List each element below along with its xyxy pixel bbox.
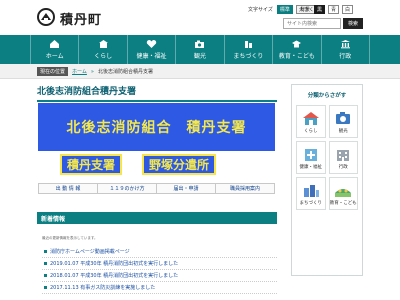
sidebar-item-education[interactable]: 教育・こども: [328, 177, 358, 210]
nav-item-life[interactable]: くらし: [78, 35, 126, 64]
house-icon: [98, 40, 108, 48]
camera-icon: [195, 40, 205, 48]
tab-dispatch-info[interactable]: 出 動 情 報: [39, 184, 98, 193]
breadcrumb-current: 北後志消防組合積丹支署: [97, 69, 153, 75]
site-search: 検索: [283, 18, 363, 29]
nav-item-tourism[interactable]: 観光: [175, 35, 223, 64]
building-icon: [244, 41, 252, 48]
life-icon: [302, 111, 319, 125]
nav-label: 観光: [193, 53, 206, 60]
nav-item-government[interactable]: 行政: [320, 35, 370, 64]
bg-blue-button[interactable]: 青: [328, 4, 340, 14]
bg-color-controls: 背景 黒 青 白: [300, 4, 354, 14]
sidebar-item-health[interactable]: 健康・福祉: [296, 141, 326, 174]
admin-icon: [337, 149, 350, 161]
nav-item-town[interactable]: まちづくり: [223, 35, 272, 64]
nav-item-health[interactable]: 健康・福祉: [126, 35, 175, 64]
sidebar-item-sightseeing[interactable]: 観光: [328, 105, 358, 138]
sidebar-item-town[interactable]: まちづくり: [296, 177, 326, 210]
tab-applications[interactable]: 届出・申請: [157, 184, 216, 193]
sidebar-item-label: 観光: [338, 128, 348, 134]
search-button[interactable]: 検索: [343, 18, 363, 29]
city-hall-icon: [340, 40, 350, 49]
text-size-label: 文字サイズ: [248, 6, 273, 13]
town-icon: [303, 184, 319, 197]
sub-banners: 積丹支署 野塚分遣所: [60, 154, 217, 175]
info-tabs: 出 動 情 報 １１９のかけ方 届出・申請 職員採用案内: [38, 183, 275, 194]
search-input[interactable]: [283, 18, 341, 29]
sidebar-item-label: まちづくり: [299, 200, 323, 206]
education-icon: [335, 188, 352, 197]
nav-label: 行政: [339, 53, 352, 60]
sidebar-item-label: 教育・こども: [329, 200, 357, 206]
page-title: 北後志消防組合積丹支署: [37, 84, 277, 102]
site-header: 積丹町 文字サイズ 標準 大きく 背景 黒 青 白 検索: [0, 0, 400, 35]
sidebar-item-label: 行政: [338, 164, 348, 170]
health-icon: [304, 148, 317, 161]
sightseeing-icon: [336, 111, 351, 124]
sidebar-title: 分類からさがす: [307, 93, 347, 99]
bg-color-label: 背景: [300, 6, 311, 13]
nav-item-education[interactable]: 教育・こども: [272, 35, 320, 64]
bg-black-button[interactable]: 黒: [314, 4, 326, 14]
news-item[interactable]: 2019.01.07 平成30年 積丹消防団出初式を実行しました: [42, 258, 277, 270]
home-icon: [50, 40, 60, 48]
bg-white-button[interactable]: 白: [342, 4, 354, 14]
nav-label: 教育・こども: [278, 53, 315, 60]
tab-recruitment[interactable]: 職員採用案内: [216, 184, 274, 193]
news-heading: 新着情報: [37, 212, 277, 224]
nav-label: 健康・福祉: [136, 53, 167, 60]
town-emblem-icon[interactable]: [37, 8, 55, 26]
main-banner: 北後志消防組合 積丹支署: [38, 103, 275, 151]
nav-label: まちづくり: [233, 53, 264, 60]
nozuka-station-banner[interactable]: 野塚分遣所: [142, 154, 217, 175]
global-nav: ホーム くらし 健康・福祉 観光 まちづくり 教育・こども 行政: [0, 35, 400, 64]
nav-item-home[interactable]: ホーム: [30, 35, 78, 64]
news-list: 消防庁ホームページ動画掲載ページ 2019.01.07 平成30年 積丹消防団出…: [42, 246, 277, 294]
news-item[interactable]: 2017.11.13 有事ガス防災訓練を実施しました: [42, 282, 277, 294]
breadcrumb-tag: 現在の位置: [37, 67, 69, 76]
news-item[interactable]: 消防庁ホームページ動画掲載ページ: [42, 246, 277, 258]
sidebar-item-label: 健康・福祉: [299, 164, 323, 170]
site-name[interactable]: 積丹町: [60, 9, 102, 28]
shakotan-branch-banner[interactable]: 積丹支署: [60, 154, 123, 175]
sidebar-item-label: くらし: [304, 128, 318, 134]
school-icon: [292, 40, 302, 48]
tab-how-to-call-119[interactable]: １１９のかけ方: [98, 184, 157, 193]
breadcrumb-separator-icon: »: [90, 68, 94, 75]
sidebar-item-admin[interactable]: 行政: [328, 141, 358, 174]
category-sidebar: 分類からさがす くらし 観光 健康・福祉 行政 まちづくり 教育・こども: [291, 84, 363, 276]
breadcrumb: 現在の位置 ホーム » 北後志消防組合積丹支署: [0, 64, 400, 79]
sidebar-item-life[interactable]: くらし: [296, 105, 326, 138]
nav-label: ホーム: [45, 53, 64, 60]
news-note: 最近の更新情報を表示しています。: [42, 236, 98, 240]
news-item[interactable]: 2018.01.07 平成30年 積丹消防団出初式を実行しました: [42, 270, 277, 282]
breadcrumb-home-link[interactable]: ホーム: [72, 68, 87, 75]
nav-label: くらし: [94, 53, 113, 60]
heart-icon: [146, 40, 157, 48]
text-size-standard-button[interactable]: 標準: [276, 4, 293, 14]
banner-text: 北後志消防組合 積丹支署: [66, 120, 247, 136]
